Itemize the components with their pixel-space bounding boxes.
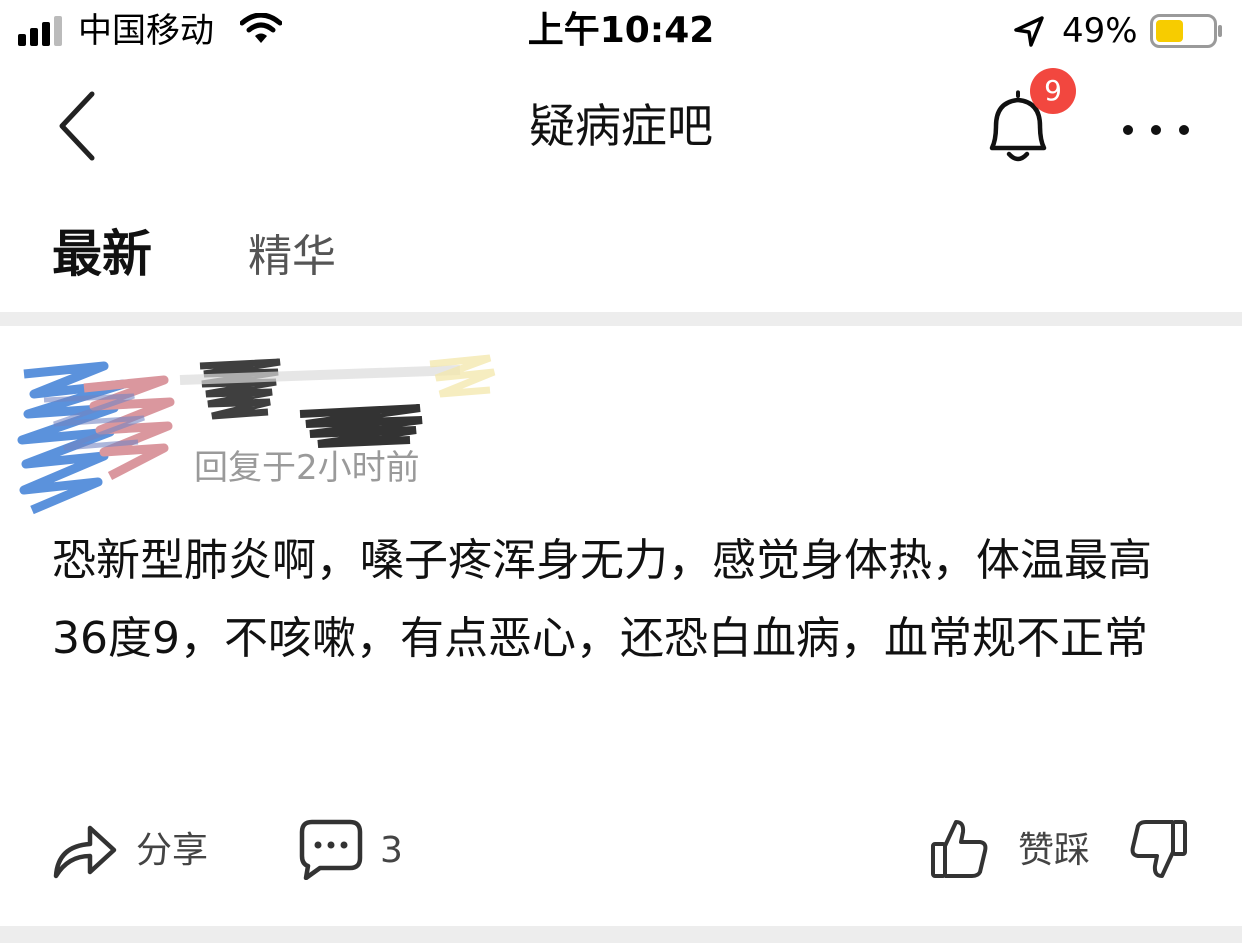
downvote-button[interactable]: [1128, 816, 1188, 888]
comment-button[interactable]: 3: [298, 816, 418, 888]
thumbs-up-icon: [931, 820, 988, 878]
tab-latest[interactable]: 最新: [52, 224, 152, 284]
comment-icon: [299, 819, 363, 880]
post-card: 回复于2小时前 恐新型肺炎啊，嗓子疼浑身无力，感觉身体热，体温最高36度9，不咳…: [0, 326, 1242, 926]
section-divider: [0, 312, 1242, 326]
page: 中国移动 上午10:42 49% 疑病症吧 9 最新 精华 回复于2小时前 恐新…: [0, 0, 1242, 943]
vote-label: 赞踩: [1018, 830, 1091, 871]
redacted-avatar[interactable]: [14, 344, 184, 516]
share-label: 分享: [136, 830, 209, 871]
share-button[interactable]: 分享: [52, 816, 222, 888]
tab-bar: 最新 精华: [0, 194, 1242, 312]
post-body[interactable]: 恐新型肺炎啊，嗓子疼浑身无力，感觉身体热，体温最高36度9，不咳嗽，有点恶心，还…: [52, 522, 1192, 678]
battery-percent: 49%: [1062, 11, 1138, 51]
notification-badge: 9: [1030, 68, 1076, 114]
more-dots-icon: [1123, 125, 1189, 135]
location-arrow-icon: [1014, 16, 1044, 47]
upvote-button[interactable]: [930, 816, 990, 888]
section-divider-bottom: [0, 926, 1242, 943]
status-bar: 中国移动 上午10:42 49%: [0, 0, 1242, 64]
share-icon: [53, 825, 117, 879]
comment-count: 3: [380, 830, 403, 871]
clock: 上午10:42: [527, 10, 715, 51]
post-timestamp: 回复于2小时前: [194, 448, 420, 488]
thumbs-down-icon: [1130, 820, 1187, 878]
tab-featured[interactable]: 精华: [248, 227, 336, 287]
more-icon[interactable]: [1118, 110, 1194, 150]
battery-icon: [1150, 14, 1222, 48]
